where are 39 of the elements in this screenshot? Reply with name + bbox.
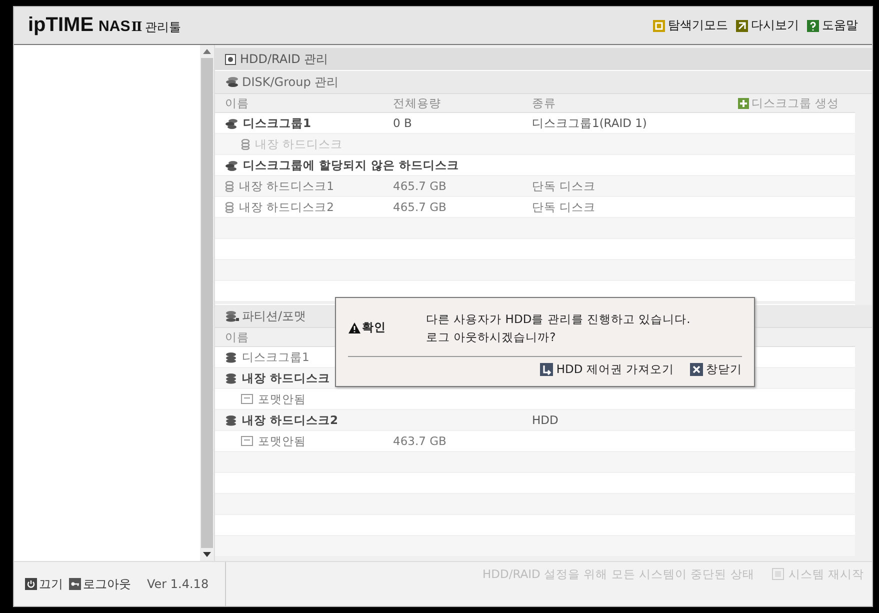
column-header: 이름: [225, 330, 249, 344]
disk-name: 내장 하드디스크: [255, 136, 343, 152]
capacity-cell: 465.7 GB: [393, 200, 446, 214]
explore-link[interactable]: 탐색기모드: [653, 17, 728, 34]
logo-brand: ipTIME: [28, 14, 94, 37]
type-cell: 디스크그룹1(RAID 1): [532, 116, 647, 130]
column-header: 전체용량: [393, 96, 441, 110]
capacity-cell: 465.7 GB: [393, 179, 446, 193]
version-label: Ver 1.4.18: [147, 577, 209, 591]
power-button[interactable]: 끄기: [25, 576, 63, 592]
column-header: 이름: [225, 96, 249, 110]
disk-name: 내장 하드디스크2: [242, 412, 338, 428]
dialog-message: 다른 사용자가 HDD를 관리를 진행하고 있습니다. 로그 아웃하시겠습니까?: [426, 311, 690, 346]
panel-title: HDD/RAID 관리: [240, 50, 328, 68]
logo-tool: 관리툴: [145, 19, 182, 36]
disk-name: 디스크그룹1: [243, 116, 312, 130]
dialog-title: 확인: [348, 320, 426, 335]
help-link[interactable]: 도움말: [807, 17, 858, 34]
disk-name: 내장 하드디스크2: [239, 200, 334, 214]
section-title: 파티션/포맷: [242, 308, 306, 324]
type-cell: 단독 디스크: [532, 200, 596, 214]
section-title: DISK/Group 관리: [242, 74, 339, 90]
disk-name: 내장 하드디스크1: [239, 178, 334, 194]
type-cell: 단독 디스크: [532, 178, 596, 192]
column-header: 종류: [532, 96, 556, 110]
disk-name: 디스크그룹에 할당되지 않은 하드디스크: [243, 158, 460, 172]
disk-name: 포맷안됨: [258, 392, 306, 406]
capacity-cell: 0 B: [393, 116, 412, 130]
refresh-link[interactable]: 다시보기: [736, 17, 799, 34]
take-control-button[interactable]: HDD 제어권 가져오기: [540, 362, 674, 377]
disk-name: 디스크그룹1: [242, 350, 310, 364]
type-cell: HDD: [532, 413, 558, 427]
disk-name: 포맷안됨: [258, 434, 306, 448]
close-button[interactable]: 창닫기: [690, 362, 742, 377]
logo-product: NAS: [98, 18, 130, 35]
logout-button[interactable]: 로그아웃: [69, 576, 131, 592]
logo-suffix: Ⅱ: [131, 20, 142, 35]
capacity-cell: 463.7 GB: [393, 434, 446, 448]
disk-name: 내장 하드디스크: [242, 370, 330, 386]
